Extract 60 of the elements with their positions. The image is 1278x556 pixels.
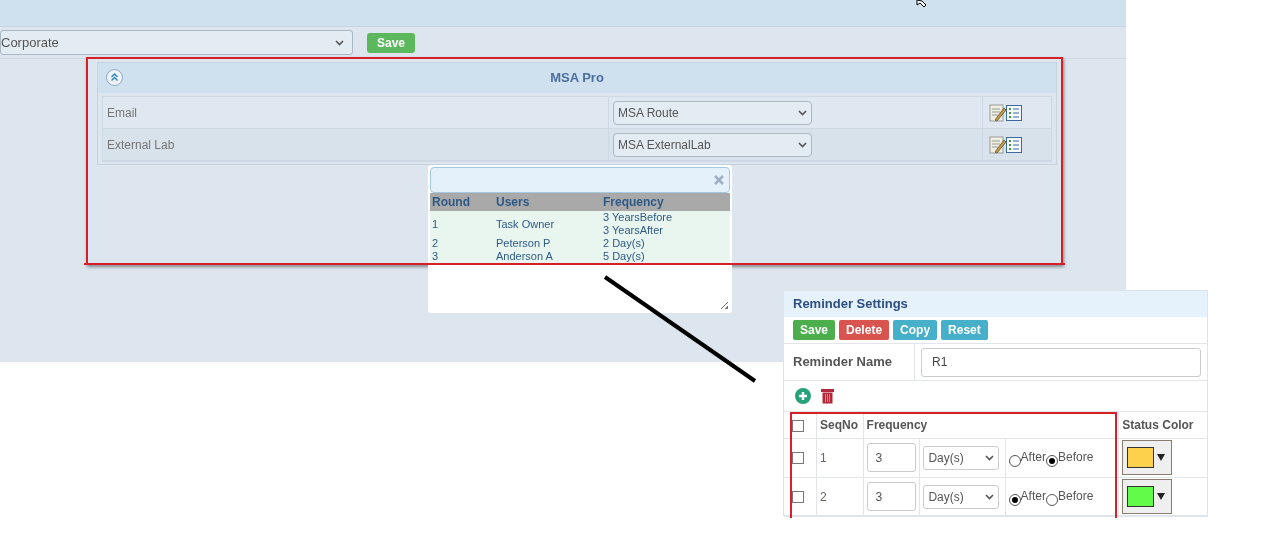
table-cell-text: 3 YearsBefore [603, 211, 674, 224]
checkbox[interactable] [792, 452, 804, 465]
row-label: External Lab [107, 136, 175, 154]
radio-button[interactable] [1008, 493, 1021, 506]
column-header: Frequency [866, 417, 928, 432]
dropdown-arrow-icon [1157, 493, 1166, 500]
amount-field[interactable]: 3 [866, 443, 916, 472]
list-icon[interactable] [1006, 136, 1022, 153]
reminder-name-field[interactable]: R1 [921, 347, 1201, 377]
edit-icon[interactable] [989, 135, 1006, 154]
color-picker[interactable] [1122, 479, 1173, 514]
list-icon[interactable] [1006, 104, 1022, 121]
color-picker[interactable] [1122, 440, 1173, 475]
chevron-down-icon [335, 39, 344, 46]
edit-icon[interactable] [989, 103, 1006, 122]
route-select[interactable]: MSA ExternalLab [613, 132, 812, 157]
organization-select[interactable]: Corporate [0, 30, 353, 55]
table-cell: Task Owner [496, 217, 555, 230]
column-header: Status Color [1122, 417, 1194, 432]
radio-label: After [1020, 488, 1046, 503]
row-label: Email [107, 104, 137, 122]
table-cell-text: 3 YearsAfter [603, 224, 664, 237]
table-cell: 3 [432, 250, 439, 262]
table-cell: 1 [432, 217, 439, 230]
radio-label: Before [1057, 488, 1094, 503]
unit-select[interactable]: Day(s) [923, 484, 1000, 509]
collapse-icon[interactable] [106, 69, 123, 86]
radio-button[interactable] [1045, 493, 1058, 506]
table-cell: Peterson P [496, 237, 551, 249]
field-label: Reminder Name [793, 353, 892, 372]
chevron-down-icon [985, 493, 995, 500]
table-cell: Anderson A [496, 250, 553, 262]
checkbox[interactable] [792, 419, 804, 432]
radio-button[interactable] [1045, 454, 1058, 467]
table-cell: 1 [819, 450, 827, 465]
trash-icon[interactable] [821, 388, 834, 404]
column-header: Round [430, 193, 494, 211]
radio-label: Before [1057, 449, 1094, 464]
panel-title: Reminder Settings [793, 295, 908, 314]
add-icon[interactable] [795, 388, 811, 404]
table-cell-text: 2 Day(s) [603, 237, 646, 250]
table-cell: 2 [819, 489, 827, 504]
column-header: Users [494, 193, 601, 211]
amount-field[interactable]: 3 [866, 482, 916, 511]
chevron-down-icon [798, 109, 807, 116]
resize-icon[interactable] [721, 302, 728, 309]
column-header: Frequency [601, 193, 730, 211]
chevron-down-icon [798, 141, 807, 148]
column-header: SeqNo [819, 417, 858, 432]
unit-select[interactable]: Day(s) [923, 445, 1000, 470]
chevron-down-icon [985, 454, 995, 461]
checkbox[interactable] [792, 491, 804, 504]
table-cell-text: 5 Day(s) [603, 250, 646, 263]
radio-label: After [1020, 449, 1046, 464]
table-cell: 2 [432, 237, 439, 249]
delete-button[interactable]: Delete [839, 320, 890, 340]
dropdown-arrow-icon [1157, 454, 1166, 461]
radio-button[interactable] [1008, 454, 1021, 467]
panel-title: MSA Pro [550, 69, 604, 88]
route-select[interactable]: MSA Route [613, 100, 812, 125]
